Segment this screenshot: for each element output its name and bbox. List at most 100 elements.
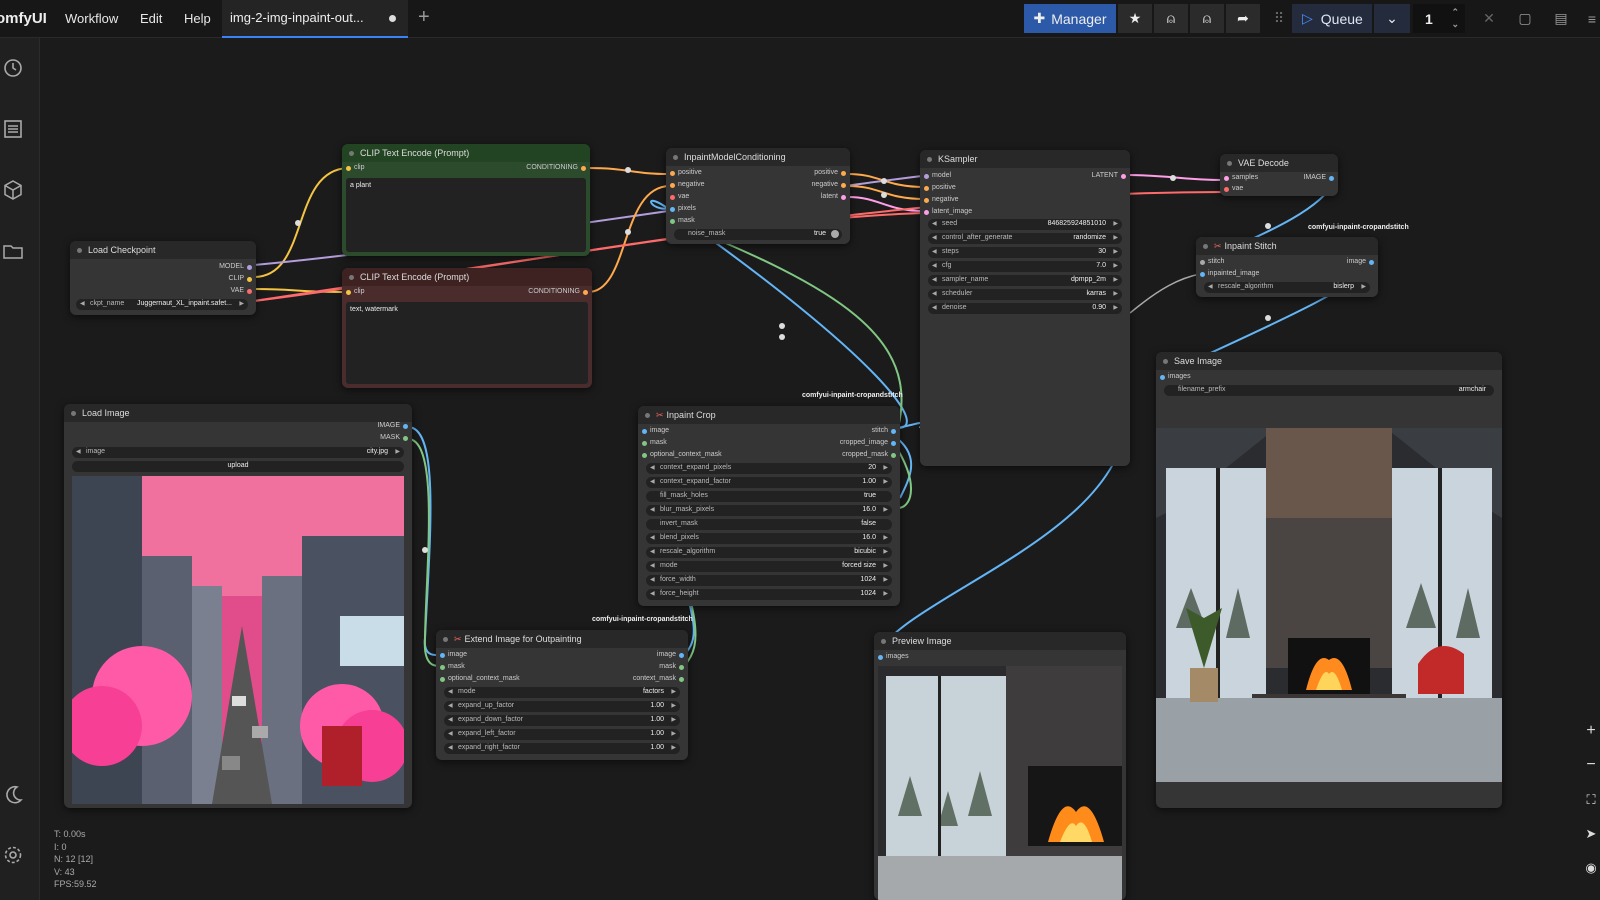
seed-widget[interactable]: seed 846825924851010 [928,219,1122,230]
mask-input[interactable]: mask [438,663,465,670]
inpaint-stitch-node[interactable]: ✂ Inpaint Stitch stitch inpainted_image i… [1196,237,1378,297]
blur-mask-pixels-widget[interactable]: blur_mask_pixels 16.0 [646,505,892,516]
cropped-image-output[interactable]: cropped_image [840,439,898,446]
model-input[interactable]: model [922,172,951,179]
star-icon[interactable]: ★ [1118,4,1152,33]
latent-image-input[interactable]: latent_image [922,208,972,215]
sampler-name-widget[interactable]: sampler_name dpmpp_2m [928,275,1122,286]
menu-workflow[interactable]: Workflow [65,11,118,26]
queue-button[interactable]: ▷ Queue [1292,4,1372,33]
context-expand-factor-widget[interactable]: context_expand_factor 1.00 [646,477,892,488]
new-tab-plus-icon[interactable]: + [418,6,430,29]
image-output[interactable]: image [657,651,686,658]
inpainted-image-input[interactable]: inpainted_image [1198,270,1259,277]
positive-output[interactable]: positive [814,169,848,176]
clip-text-encode-negative-node[interactable]: CLIP Text Encode (Prompt) clip CONDITION… [342,268,592,388]
images-input[interactable]: images [1158,373,1191,380]
clip-text-encode-positive-node[interactable]: CLIP Text Encode (Prompt) clip CONDITION… [342,144,590,256]
latent-output[interactable]: latent [821,193,848,200]
mode-widget[interactable]: mode factors [444,687,680,698]
cfg-widget[interactable]: cfg 7.0 [928,261,1122,272]
image-output[interactable]: IMAGE [1303,174,1336,181]
upload-button[interactable]: upload [72,461,404,472]
moon-icon[interactable] [0,782,26,808]
gear-icon[interactable] [0,842,26,868]
stepper-icon[interactable]: ⌃ ⌄ [1451,6,1459,30]
cropped-mask-output[interactable]: cropped_mask [842,451,898,458]
inpaint-crop-node[interactable]: ✂ Inpaint Crop image mask optional_contex… [638,406,900,606]
queue-dropdown-chevron-down-icon[interactable]: ⌄ [1374,4,1410,33]
fit-view-icon[interactable]: ⛶ [1582,792,1600,814]
close-icon[interactable]: ✕ [1476,4,1502,33]
force-width-widget[interactable]: force_width 1024 [646,575,892,586]
optional-context-mask-input[interactable]: optional_context_mask [640,451,722,458]
latent-output[interactable]: LATENT [1092,172,1128,179]
menu-icon[interactable]: ≡ [1584,4,1600,33]
folder-icon[interactable] [0,238,26,264]
save-image-node[interactable]: Save Image images filename_prefix armchai… [1156,352,1502,808]
alert-icon[interactable]: ⍝ [1154,4,1188,33]
menu-help[interactable]: Help [184,11,211,26]
expand-down-factor-widget[interactable]: expand_down_factor 1.00 [444,715,680,726]
mask-output[interactable]: mask [659,663,686,670]
noise-mask-toggle[interactable]: noise_mask true [674,229,842,240]
mask-output[interactable]: MASK [380,434,410,441]
rescale-algorithm-widget[interactable]: rescale_algorithm bislerp [1204,282,1370,293]
ksampler-node[interactable]: KSampler model positive negative latent_… [920,150,1130,466]
extend-image-outpainting-node[interactable]: ✂ Extend Image for Outpainting image mask… [436,630,688,760]
zoom-out-minus-icon[interactable]: − [1582,756,1600,778]
conditioning-output[interactable]: CONDITIONING [528,288,590,295]
menu-edit[interactable]: Edit [140,11,162,26]
history-icon[interactable] [0,55,26,81]
mode-widget[interactable]: mode forced size [646,561,892,572]
expand-left-factor-widget[interactable]: expand_left_factor 1.00 [444,729,680,740]
pixels-input[interactable]: pixels [668,205,696,212]
scheduler-widget[interactable]: scheduler karras [928,289,1122,300]
panel-icon[interactable]: ▤ [1548,4,1574,33]
vae-input[interactable]: vae [668,193,689,200]
images-input[interactable]: images [876,653,909,660]
rescale-algorithm-widget[interactable]: rescale_algorithm bicubic [646,547,892,558]
negative-input[interactable]: negative [922,196,958,203]
send-arrow-icon[interactable]: ➤ [1582,826,1600,848]
vae-input[interactable]: vae [1222,185,1243,192]
clip-output[interactable]: CLIP [228,275,254,282]
optional-context-mask-input[interactable]: optional_context_mask [438,675,520,682]
model-library-cube-icon[interactable] [0,177,26,203]
manager-button[interactable]: ✚ Manager [1024,4,1116,33]
stitch-input[interactable]: stitch [1198,258,1224,265]
drag-handle-icon[interactable]: ⠿ [1270,4,1288,33]
prompt-textarea[interactable]: text, watermark [346,302,588,384]
vae-decode-node[interactable]: VAE Decode samples vae IMAGE [1220,154,1338,196]
window-icon[interactable]: ▢ [1512,4,1538,33]
control-after-generate-widget[interactable]: control_after_generate randomize [928,233,1122,244]
load-checkpoint-node[interactable]: Load Checkpoint MODEL CLIP VAE ckpt_name… [70,241,256,315]
vae-output[interactable]: VAE [231,287,255,294]
image-input[interactable]: image [438,651,467,658]
history-icon[interactable]: ⍝ [1190,4,1224,33]
share-icon[interactable]: ➦ [1226,4,1260,33]
mask-input[interactable]: mask [668,217,695,224]
ckpt-name-widget[interactable]: ckpt_name Juggernaut_XL_inpaint.safet... [76,299,248,310]
negative-output[interactable]: negative [812,181,848,188]
expand-up-factor-widget[interactable]: expand_up_factor 1.00 [444,701,680,712]
eye-icon[interactable]: ◉ [1582,860,1600,882]
clip-input[interactable]: clip [344,164,365,171]
queue-list-icon[interactable] [0,116,26,142]
stitch-output[interactable]: stitch [872,427,898,434]
image-select-widget[interactable]: image city.jpg [72,447,404,458]
steps-widget[interactable]: steps 30 [928,247,1122,258]
clip-input[interactable]: clip [344,288,365,295]
samples-input[interactable]: samples [1222,174,1258,181]
zoom-in-plus-icon[interactable]: + [1582,722,1600,744]
prompt-textarea[interactable]: a plant [346,178,586,252]
queue-count-input[interactable]: 1 ⌃ ⌄ [1413,4,1465,33]
filename-prefix-input[interactable]: filename_prefix armchair [1164,385,1494,396]
workflow-tab[interactable]: img-2-img-inpaint-out... [222,0,408,38]
image-output[interactable]: image [1347,258,1376,265]
positive-input[interactable]: positive [922,184,956,191]
negative-input[interactable]: negative [668,181,704,188]
inpaint-model-conditioning-node[interactable]: InpaintModelConditioning positive negati… [666,148,850,244]
graph-canvas[interactable]: CLIP Text Encode (Prompt) clip CONDITION… [40,38,1600,900]
positive-input[interactable]: positive [668,169,702,176]
